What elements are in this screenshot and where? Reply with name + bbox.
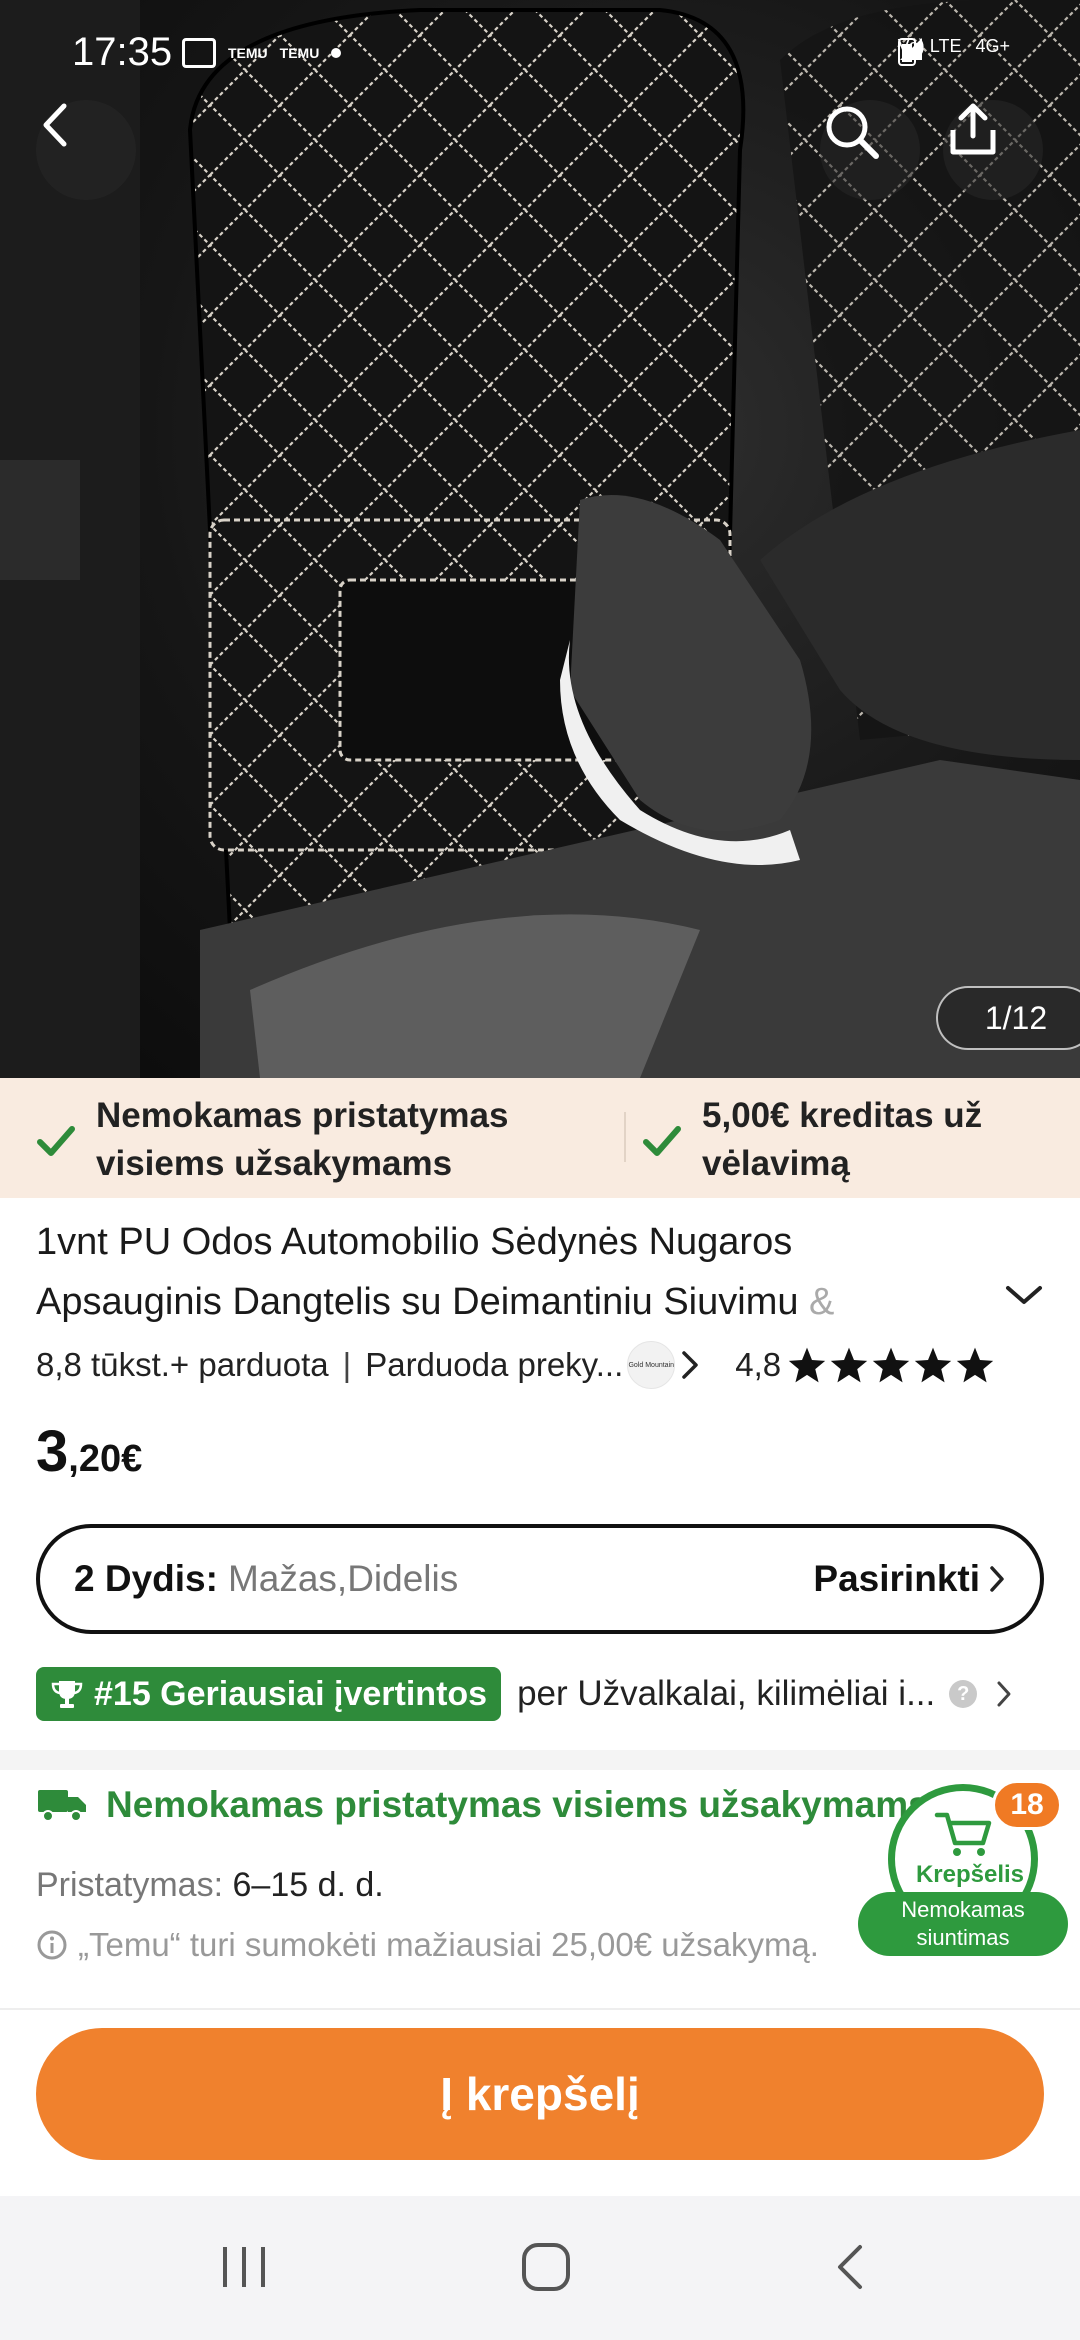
system-nav-bar (0, 2196, 1080, 2340)
help-icon[interactable]: ? (949, 1680, 978, 1708)
chevron-right-icon[interactable] (679, 1349, 701, 1381)
expand-title-chevron-icon[interactable] (1004, 1284, 1044, 1308)
home-icon (522, 2243, 570, 2291)
home-button[interactable] (496, 2232, 596, 2302)
delivery-label: Pristatymas: (36, 1866, 224, 1904)
star-icon (914, 1347, 952, 1383)
status-bar: 17:35 TEMU TEMU Vo) LTE 4G+ (0, 0, 1080, 110)
back-icon (838, 2245, 862, 2289)
size-value: Mažas,Didelis (227, 1558, 459, 1599)
title-line-1: 1vnt PU Odos Automobilio Sėdynės Nugaros (36, 1221, 793, 1263)
system-back-button[interactable] (800, 2232, 900, 2302)
add-to-cart-button[interactable]: Į krepšelį (36, 2028, 1044, 2160)
ranking-row[interactable]: #15 Geriausiai įvertintos per Užvalkalai… (36, 1666, 1046, 1722)
promo-free-shipping: Nemokamas pristatymas visiems užsakymams (36, 1092, 508, 1188)
check-icon (643, 1126, 681, 1156)
rating[interactable]: 4,8 (735, 1346, 995, 1384)
notif-label-2: TEMU (279, 45, 320, 61)
search-button[interactable] (820, 100, 920, 200)
info-icon (37, 1930, 67, 1960)
chevron-right-icon (990, 1566, 1004, 1592)
seller-logo[interactable]: Gold Mountain (627, 1341, 676, 1389)
size-label: 2 Dydis: (74, 1558, 218, 1599)
trophy-icon (51, 1681, 83, 1708)
ranking-category: per Užvalkalai, kilimėliai i... (517, 1674, 936, 1713)
search-icon (826, 106, 879, 159)
check-icon (37, 1126, 75, 1156)
battery-icon (897, 38, 916, 66)
choose-size-button[interactable]: Pasirinkti (813, 1558, 1006, 1600)
delivery-value: 6–15 d. d. (232, 1866, 384, 1904)
shipping-headline[interactable]: Nemokamas pristatymas visiems užsakymams (36, 1784, 929, 1826)
cart-count-badge: 18 (992, 1780, 1062, 1830)
recent-apps-button[interactable] (194, 2232, 294, 2302)
rating-stars (787, 1346, 995, 1384)
promo-late-credit: 5,00€ kreditas už vėlavimą (642, 1092, 982, 1188)
gallery-icon (182, 38, 216, 68)
promo-line: Nemokamas pristatymas (96, 1096, 509, 1135)
seller-link[interactable]: Parduoda preky... (365, 1346, 623, 1384)
title-line-2: Apsauginis Dangtelis su Deimantiniu Siuv… (36, 1281, 799, 1323)
recent-apps-icon (223, 2247, 265, 2287)
star-icon (830, 1347, 868, 1383)
sold-count: 8,8 tūkst.+ parduota (36, 1346, 329, 1383)
share-icon (950, 103, 996, 155)
promo-line: vėlavimą (702, 1144, 850, 1183)
more-notifications-dot (331, 48, 342, 58)
truck-icon (38, 1790, 86, 1822)
title-fade: & (798, 1281, 835, 1323)
notif-label-1: TEMU (228, 45, 268, 61)
back-button[interactable] (36, 100, 136, 200)
product-image[interactable]: 17:35 TEMU TEMU Vo) LTE 4G+ 1/12 (0, 0, 1080, 1078)
choose-label: Pasirinkti (813, 1558, 980, 1599)
status-system-icons: Vo) LTE 4G+ (897, 36, 1010, 66)
rating-value: 4,8 (735, 1346, 782, 1383)
pill-line-1: Nemokamas (901, 1897, 1025, 1922)
ranking-badge-label: #15 Geriausiai įvertintos (94, 1674, 488, 1713)
cart-icon (934, 1812, 992, 1856)
promo-divider (624, 1112, 626, 1162)
shipping-note[interactable]: „Temu“ turi sumokėti mažiausiai 25,00€ u… (36, 1926, 819, 1964)
pill-line-2: siuntimas (916, 1925, 1010, 1950)
size-selector[interactable]: 2 Dydis: Mažas,Didelis Pasirinkti (36, 1524, 1044, 1634)
delivery-time: Pristatymas: 6–15 d. d. (36, 1866, 384, 1905)
star-icon (788, 1347, 826, 1383)
star-icon (872, 1347, 910, 1383)
star-icon (956, 1347, 994, 1383)
shipping-headline-text: Nemokamas pristatymas visiems užsakymams (106, 1784, 929, 1825)
share-button[interactable] (943, 100, 1043, 200)
price-rest: ,20€ (68, 1438, 143, 1480)
chevron-right-icon (997, 1681, 1011, 1707)
meta-separator: | (342, 1346, 352, 1383)
product-title[interactable]: 1vnt PU Odos Automobilio Sėdynės Nugaros… (36, 1212, 976, 1332)
promo-line: 5,00€ kreditas už (702, 1096, 983, 1135)
price: 3,20€ (36, 1418, 142, 1485)
shipping-note-text: „Temu“ turi sumokėti mažiausiai 25,00€ u… (78, 1926, 819, 1963)
price-main: 3 (36, 1419, 69, 1484)
cart-label: Krepšelis (915, 1861, 1025, 1888)
back-icon (43, 103, 67, 147)
network-type: 4G+ (975, 36, 1010, 56)
promo-banner: Nemokamas pristatymas visiems užsakymams… (0, 1078, 1080, 1198)
status-notifications: TEMU TEMU (182, 38, 342, 68)
promo-line: visiems užsakymams (96, 1144, 453, 1183)
floating-cart-button[interactable]: Krepšelis 18 Nemokamas siuntimas (858, 1780, 1068, 1960)
status-time: 17:35 (72, 30, 173, 74)
section-divider (0, 1750, 1080, 1770)
image-counter: 1/12 (936, 986, 1080, 1050)
bottom-divider (0, 2008, 1080, 2010)
product-meta-row: 8,8 tūkst.+ parduota | Parduoda preky...… (36, 1340, 1046, 1390)
ranking-badge: #15 Geriausiai įvertintos (36, 1667, 502, 1721)
free-shipping-pill: Nemokamas siuntimas (858, 1892, 1068, 1956)
